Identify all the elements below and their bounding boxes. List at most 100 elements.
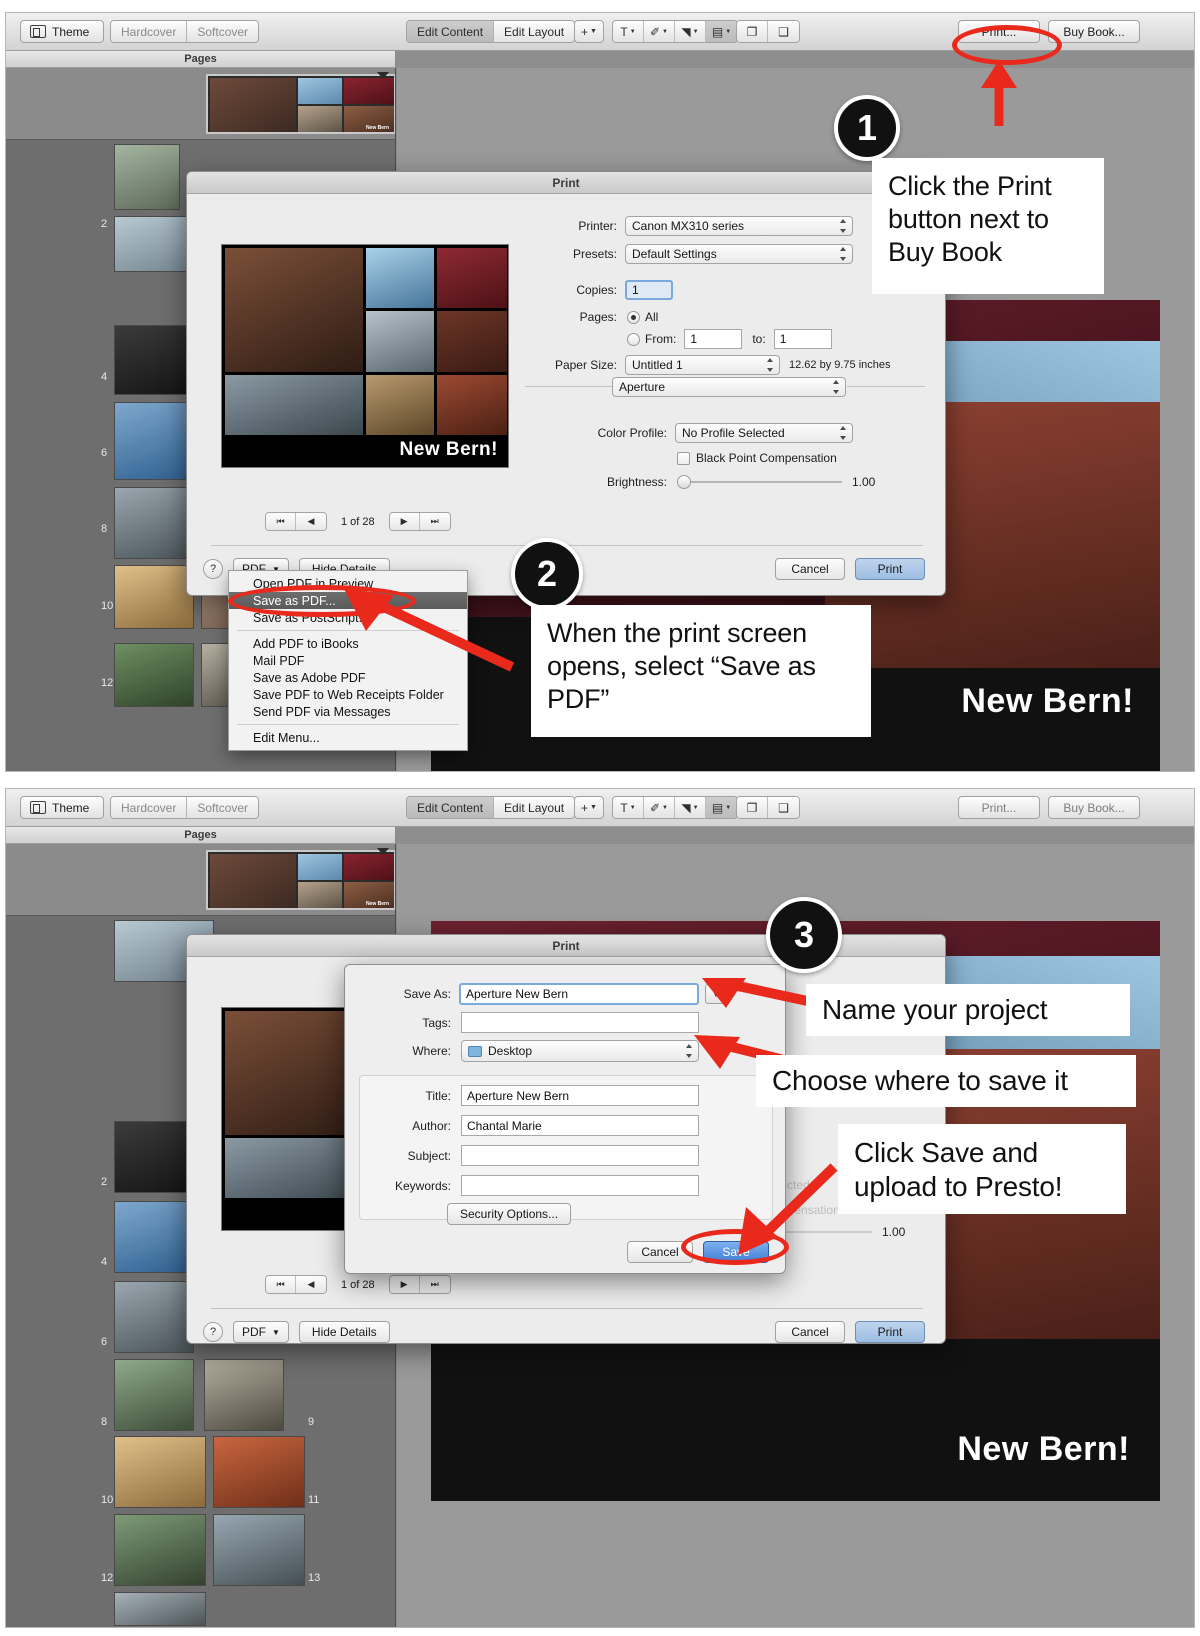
presets-select[interactable]: Default Settings bbox=[625, 244, 853, 264]
print-dialog-1[interactable]: Print New Bern! Printer: Canon MX310 ser… bbox=[186, 171, 946, 596]
page-thumbnail[interactable] bbox=[114, 144, 180, 210]
page-thumbnail[interactable] bbox=[114, 1281, 194, 1353]
print-confirm-button[interactable]: Print bbox=[855, 558, 925, 580]
color-profile-select[interactable]: No Profile Selected bbox=[675, 423, 853, 443]
cancel-button[interactable]: Cancel bbox=[775, 558, 845, 580]
softcover-tab[interactable]: Softcover bbox=[187, 797, 259, 818]
pager-prev-group[interactable]: ⏮ ◀ bbox=[265, 512, 327, 531]
page-thumbnail[interactable] bbox=[114, 1201, 194, 1273]
shape-tool-icon[interactable]: ◥ ▼ bbox=[675, 21, 706, 42]
author-input[interactable]: Chantal Marie bbox=[461, 1115, 699, 1136]
prev-page-icon[interactable]: ◀ bbox=[296, 1276, 326, 1293]
cover-type-segmented[interactable]: Hardcover Softcover bbox=[110, 20, 260, 43]
metadata-tool-icon[interactable]: ▤ ▼ bbox=[706, 797, 737, 818]
subject-input[interactable] bbox=[461, 1145, 699, 1166]
page-thumbnail[interactable] bbox=[114, 1359, 194, 1431]
tab-edit-layout[interactable]: Edit Layout bbox=[494, 797, 575, 818]
slider-thumb[interactable] bbox=[677, 475, 691, 489]
pages-from-radio[interactable]: From: bbox=[627, 332, 676, 346]
insert-tools-group[interactable]: T ▼ ✐ ▼ ◥ ▼ ▤ ▼ bbox=[612, 20, 738, 43]
next-page-icon[interactable]: ▶ bbox=[389, 513, 420, 530]
module-select[interactable]: Aperture bbox=[612, 377, 846, 397]
cover-thumbnail[interactable]: New Bern bbox=[206, 74, 395, 134]
page-thumbnail[interactable] bbox=[114, 565, 194, 629]
menu-item-send-pdf-via-messages[interactable]: Send PDF via Messages bbox=[229, 703, 467, 720]
menu-item-edit-menu[interactable]: Edit Menu... bbox=[229, 729, 467, 746]
send-backward-icon[interactable]: ❑ bbox=[768, 21, 799, 42]
text-box-tool-icon[interactable]: ✐ ▼ bbox=[644, 21, 675, 42]
pages-to-input[interactable]: 1 bbox=[773, 329, 832, 349]
metadata-tool-icon[interactable]: ▤ ▼ bbox=[706, 21, 737, 42]
tab-edit-layout[interactable]: Edit Layout bbox=[494, 21, 575, 42]
send-backward-icon[interactable]: ❑ bbox=[768, 797, 799, 818]
preview-pager[interactable]: ⏮ ◀ 1 of 28 ▶ ⏭ bbox=[265, 512, 451, 531]
page-thumbnail[interactable] bbox=[213, 1514, 305, 1586]
tab-edit-content[interactable]: Edit Content bbox=[407, 21, 495, 42]
page-thumbnail[interactable] bbox=[114, 1592, 206, 1626]
text-tool-icon[interactable]: T ▼ bbox=[613, 21, 644, 42]
text-tool-icon[interactable]: T ▼ bbox=[613, 797, 644, 818]
shape-tool-icon[interactable]: ◥ ▼ bbox=[675, 797, 706, 818]
page-thumbnail[interactable] bbox=[204, 1359, 284, 1431]
arrange-group-2[interactable]: ❐ ❑ bbox=[736, 796, 800, 819]
text-box-tool-icon[interactable]: ✐ ▼ bbox=[644, 797, 675, 818]
help-icon[interactable]: ? bbox=[203, 1322, 223, 1342]
where-select[interactable]: Desktop bbox=[461, 1040, 699, 1062]
page-thumbnail[interactable] bbox=[114, 643, 194, 707]
help-icon[interactable]: ? bbox=[203, 559, 223, 579]
last-page-icon[interactable]: ⏭ bbox=[419, 1276, 450, 1293]
page-thumbnail[interactable] bbox=[114, 325, 190, 395]
menu-item-save-pdf-to-web-receipts[interactable]: Save PDF to Web Receipts Folder bbox=[229, 686, 467, 703]
title-input[interactable]: Aperture New Bern bbox=[461, 1085, 699, 1106]
first-page-icon[interactable]: ⏮ bbox=[266, 513, 296, 530]
bring-forward-icon[interactable]: ❐ bbox=[737, 21, 768, 42]
first-page-icon[interactable]: ⏮ bbox=[266, 1276, 296, 1293]
page-thumbnail[interactable] bbox=[213, 1436, 305, 1508]
hardcover-tab[interactable]: Hardcover bbox=[111, 21, 188, 42]
next-page-icon[interactable]: ▶ bbox=[389, 1276, 420, 1293]
pdf-menu-button-2[interactable]: PDF ▼ bbox=[233, 1321, 289, 1343]
arrange-group[interactable]: ❐ ❑ bbox=[736, 20, 800, 43]
brightness-slider[interactable] bbox=[677, 475, 842, 489]
cancel-button-2[interactable]: Cancel bbox=[775, 1321, 845, 1343]
theme-button-2[interactable]: Theme bbox=[20, 796, 104, 819]
insert-tools-group-2[interactable]: T ▼ ✐ ▼ ◥ ▼ ▤ ▼ bbox=[612, 796, 738, 819]
printer-select[interactable]: Canon MX310 series bbox=[625, 216, 853, 236]
page-thumbnail[interactable] bbox=[114, 487, 194, 559]
add-icon-2[interactable]: + ▼ bbox=[574, 796, 604, 819]
buy-book-button-2[interactable]: Buy Book... bbox=[1048, 796, 1140, 819]
bring-forward-icon[interactable]: ❐ bbox=[737, 797, 768, 818]
print-button-2[interactable]: Print... bbox=[958, 796, 1040, 819]
hardcover-tab[interactable]: Hardcover bbox=[111, 797, 188, 818]
black-point-checkbox[interactable]: Black Point Compensation bbox=[677, 451, 837, 465]
chevron-down-icon[interactable] bbox=[377, 848, 389, 855]
security-options-button[interactable]: Security Options... bbox=[447, 1203, 572, 1225]
edit-mode-segmented-2[interactable]: Edit Content Edit Layout bbox=[406, 796, 576, 819]
tags-input[interactable] bbox=[461, 1012, 699, 1033]
edit-mode-segmented[interactable]: Edit Content Edit Layout bbox=[406, 20, 576, 43]
tab-edit-content[interactable]: Edit Content bbox=[407, 797, 495, 818]
hide-details-button-2[interactable]: Hide Details bbox=[298, 1321, 390, 1343]
pager-next-group-2[interactable]: ▶ ⏭ bbox=[388, 1275, 451, 1294]
page-thumbnail[interactable] bbox=[114, 1121, 194, 1193]
pages-all-radio[interactable]: All bbox=[627, 310, 658, 324]
pager-prev-group-2[interactable]: ⏮ ◀ bbox=[265, 1275, 327, 1294]
save-as-input[interactable]: Aperture New Bern bbox=[459, 983, 699, 1005]
cover-thumbnail-2[interactable]: New Bern bbox=[206, 850, 395, 910]
keywords-input[interactable] bbox=[461, 1175, 699, 1196]
page-thumbnail[interactable] bbox=[114, 402, 194, 480]
page-thumbnail[interactable] bbox=[114, 1514, 206, 1586]
theme-button[interactable]: Theme bbox=[20, 20, 104, 43]
cover-type-segmented-2[interactable]: Hardcover Softcover bbox=[110, 796, 260, 819]
chevron-down-icon[interactable] bbox=[377, 72, 389, 79]
page-thumbnail[interactable] bbox=[114, 1436, 206, 1508]
pager-next-group[interactable]: ▶ ⏭ bbox=[388, 512, 451, 531]
copies-input[interactable]: 1 bbox=[625, 280, 673, 300]
buy-book-button[interactable]: Buy Book... bbox=[1048, 20, 1140, 43]
print-confirm-button-2[interactable]: Print bbox=[855, 1321, 925, 1343]
softcover-tab[interactable]: Softcover bbox=[187, 21, 259, 42]
prev-page-icon[interactable]: ◀ bbox=[296, 513, 326, 530]
last-page-icon[interactable]: ⏭ bbox=[419, 513, 450, 530]
add-icon[interactable]: + ▼ bbox=[574, 20, 604, 43]
paper-size-select[interactable]: Untitled 1 bbox=[625, 355, 780, 375]
